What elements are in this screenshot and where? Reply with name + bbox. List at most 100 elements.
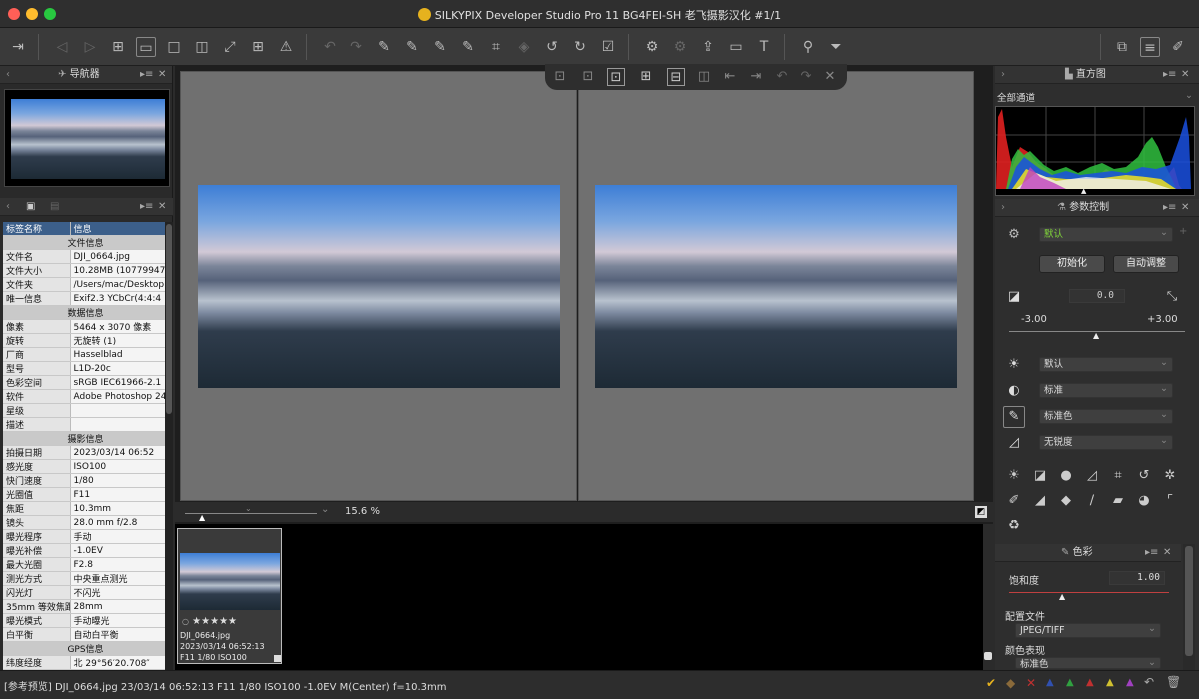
info-value[interactable]: 1/80 (70, 473, 165, 488)
scrollbar-thumb[interactable] (166, 224, 172, 414)
close-view-toolbar-icon[interactable]: ✕ (821, 68, 839, 86)
info-value[interactable]: 2023/03/14 06:52 (70, 445, 165, 460)
paste-params-icon[interactable]: ✎ (402, 37, 422, 57)
thumbnail-card[interactable]: ○ ★★★★★ DJI_0664.jpg 2023/03/14 06:52:13… (177, 528, 282, 664)
info-value[interactable]: /Users/mac/Desktop (70, 277, 165, 292)
after-preview[interactable] (578, 71, 974, 501)
menu-icon[interactable]: ▸≡ (140, 66, 153, 84)
saturation-slider-handle[interactable]: ▲ (1059, 592, 1065, 601)
exposure-input[interactable]: 0.0 (1069, 289, 1125, 303)
blue-label-icon[interactable]: ▲ (1046, 677, 1054, 688)
init-button[interactable]: 初始化 (1039, 255, 1105, 273)
collapse-icon[interactable]: ‹ (6, 66, 10, 84)
search-icon[interactable]: ⚲ (798, 37, 818, 57)
fish-icon[interactable]: ◆ (1057, 492, 1075, 510)
develop-icon[interactable]: ⚙ (642, 37, 662, 57)
info-value[interactable]: 无旋转 (1) (70, 333, 165, 348)
copy-params-icon[interactable]: ✎ (374, 37, 394, 57)
info-value[interactable]: ISO100 (70, 459, 165, 474)
red-label-icon[interactable]: ▲ (1086, 677, 1094, 688)
white-balance-icon[interactable]: ☀ (1005, 356, 1023, 374)
monitor-icon[interactable]: ▭ (726, 37, 746, 57)
redo-view-icon[interactable]: ↷ (797, 68, 815, 86)
close-icon[interactable]: ✕ (1181, 66, 1189, 84)
view-compare-icon[interactable]: ⊡ (579, 68, 597, 86)
filter-icon[interactable]: ⏷ (826, 37, 846, 57)
exposure-slider-handle[interactable]: ▲ (1093, 331, 1099, 340)
crop-frame-icon[interactable]: ⌗ (1109, 467, 1127, 485)
rating-stars[interactable]: ○ ★★★★★ (182, 616, 282, 627)
share-icon[interactable]: ⇪ (698, 37, 718, 57)
gear-icon[interactable]: ⚙ (1005, 226, 1023, 244)
next-image-icon[interactable]: ▷ (80, 37, 100, 57)
compare-view-icon[interactable]: ◫ (192, 37, 212, 57)
settings-tool-icon[interactable]: ✲ (1161, 467, 1179, 485)
star-icon[interactable]: ★ (201, 616, 210, 627)
filmstrip-scrollbar[interactable] (983, 524, 993, 670)
info-value[interactable] (70, 417, 165, 432)
rotate-left-icon[interactable]: ↺ (542, 37, 562, 57)
auto-adjust-button[interactable]: 自动调整 (1113, 255, 1179, 273)
info-value[interactable]: 10.3mm (70, 501, 165, 516)
info-value[interactable]: DJI_0664.jpg (70, 249, 165, 264)
rotate-right-icon[interactable]: ↻ (570, 37, 590, 57)
info-value[interactable]: 手动曝光 (70, 613, 165, 628)
control-panel-icon[interactable]: ≡ (1140, 37, 1160, 57)
view-grid-icon[interactable]: ⊞ (637, 68, 655, 86)
info-value[interactable]: 北 29°56′20.708″ (70, 655, 165, 670)
star-icon[interactable]: ★ (210, 616, 219, 627)
export-icon[interactable]: ⇥ (8, 37, 28, 57)
folder-tab-icon[interactable]: ▤ (50, 198, 59, 216)
zoom-value[interactable]: 15.6 % (345, 506, 380, 517)
batch-develop-icon[interactable]: ⚙ (670, 37, 690, 57)
undo-status-icon[interactable]: ↶ (1144, 675, 1154, 689)
info-value[interactable]: 5464 x 3070 像素 (70, 319, 165, 334)
info-value[interactable]: Hasselblad (70, 347, 165, 362)
info-value[interactable]: 10.28MB (10779947 (70, 263, 165, 278)
load-params-icon[interactable]: ✎ (458, 37, 478, 57)
info-tab-icon[interactable]: ▣ (26, 198, 35, 216)
menu-icon[interactable]: ▸≡ (1163, 199, 1176, 217)
wb-tool-icon[interactable]: ☀ (1005, 467, 1023, 485)
info-value[interactable]: 手动 (70, 529, 165, 544)
redo-icon[interactable]: ↷ (346, 37, 366, 57)
menu-icon[interactable]: ▸≡ (140, 198, 153, 216)
menu-icon[interactable]: ▸≡ (1145, 544, 1158, 562)
undo-icon[interactable]: ↶ (320, 37, 340, 57)
grid-overlay-icon[interactable]: ⊞ (248, 37, 268, 57)
info-value[interactable]: F2.8 (70, 557, 165, 572)
eraser-icon[interactable]: ▰ (1109, 492, 1127, 510)
highlight-icon[interactable]: ◿ (1083, 467, 1101, 485)
spot-removal-icon[interactable]: ◕ (1135, 492, 1153, 510)
navigator-preview[interactable] (4, 89, 170, 187)
check-icon[interactable]: ✔ (986, 676, 996, 690)
tools-icon[interactable]: T (754, 37, 774, 57)
tag-icon[interactable]: ◆ (1006, 676, 1015, 690)
purple-label-icon[interactable]: ▲ (1126, 677, 1134, 688)
combined-view-icon[interactable]: ▭ (136, 37, 156, 57)
info-value[interactable]: 28mm (70, 599, 165, 614)
menu-icon[interactable]: ▸≡ (1163, 66, 1176, 84)
saturation-slider-track[interactable] (1009, 592, 1169, 593)
copy-left-icon[interactable]: ⇤ (721, 68, 739, 86)
dropper-icon[interactable]: ✐ (1005, 492, 1023, 510)
single-view-icon[interactable]: □ (164, 37, 184, 57)
white-balance-dropdown[interactable]: 默认 (1039, 356, 1173, 372)
info-value[interactable] (70, 403, 165, 418)
save-params-icon[interactable]: ✎ (430, 37, 450, 57)
recycle-icon[interactable]: ♻ (1005, 517, 1023, 535)
layers-icon[interactable]: ◈ (514, 37, 534, 57)
view-zoom-icon[interactable]: ⊡ (607, 68, 625, 86)
sharpness-dropdown[interactable]: 无锐度 (1039, 434, 1173, 450)
info-value[interactable]: -1.0EV (70, 543, 165, 558)
window-layout-icon[interactable]: ⧉ (1112, 37, 1132, 57)
expand-icon[interactable]: › (1001, 199, 1005, 217)
yellow-label-icon[interactable]: ▲ (1106, 677, 1114, 688)
info-value[interactable]: sRGB IEC61966-2.1 (70, 375, 165, 390)
mark-check-icon[interactable]: ☑ (598, 37, 618, 57)
expand-icon[interactable]: › (1001, 66, 1005, 84)
info-value[interactable]: L1D-20c (70, 361, 165, 376)
info-value[interactable]: 28.0 mm f/2.8 (70, 515, 165, 530)
view-mirror-icon[interactable]: ◫ (695, 68, 713, 86)
close-icon[interactable]: ✕ (158, 66, 166, 84)
